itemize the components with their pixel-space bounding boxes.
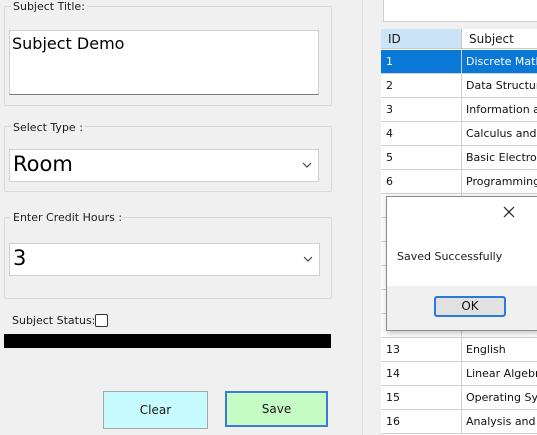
cell-subject[interactable]: Analysis and D — [462, 410, 537, 434]
table-row[interactable]: 2Data Structures — [381, 74, 537, 98]
table-row[interactable]: 15Operating Syste — [381, 386, 537, 410]
select-type-value: Room — [13, 152, 73, 176]
table-row[interactable]: 3Information and — [381, 98, 537, 122]
table-row[interactable]: 4Calculus and Ve — [381, 122, 537, 146]
credit-hours-label: Enter Credit Hours : — [11, 211, 125, 224]
cell-subject[interactable]: Discrete Mathematics — [462, 50, 537, 74]
credit-hours-value: 3 — [13, 246, 27, 270]
cell-id[interactable]: 15 — [381, 386, 462, 410]
cell-id[interactable]: 4 — [381, 122, 462, 146]
grid-header: ID Subject — [381, 29, 537, 50]
cell-id[interactable]: 1 — [381, 50, 462, 74]
select-type-dropdown[interactable]: Room — [9, 149, 319, 182]
table-row[interactable]: 14Linear Algebra — [381, 362, 537, 386]
column-header-id[interactable]: ID — [381, 29, 462, 49]
save-button[interactable]: Save — [225, 391, 328, 427]
cell-subject[interactable]: Basic Electroni — [462, 146, 537, 170]
search-box[interactable] — [383, 0, 537, 22]
subject-title-label: Subject Title: — [11, 0, 87, 13]
cell-id[interactable]: 6 — [381, 170, 462, 194]
subject-title-value: Subject Demo — [12, 34, 125, 53]
cell-id[interactable]: 2 — [381, 74, 462, 98]
status-bar — [4, 334, 331, 348]
dialog-message: Saved Successfully — [397, 250, 503, 263]
cell-id[interactable]: 13 — [381, 338, 462, 362]
subject-status-label: Subject Status: — [12, 314, 96, 327]
column-header-subject[interactable]: Subject — [462, 29, 537, 49]
table-row[interactable]: 5Basic Electroni — [381, 146, 537, 170]
chevron-down-icon — [302, 162, 312, 168]
subject-status-checkbox[interactable] — [95, 314, 108, 327]
cell-subject[interactable]: Operating Syste — [462, 386, 537, 410]
ok-button-label: OK — [461, 299, 479, 313]
cell-subject[interactable]: English — [462, 338, 537, 362]
cell-subject[interactable]: Programming F — [462, 170, 537, 194]
clear-button-label: Clear — [139, 403, 172, 417]
cell-id[interactable]: 14 — [381, 362, 462, 386]
cell-subject[interactable]: Calculus and Ve — [462, 122, 537, 146]
table-row[interactable]: 16Analysis and D — [381, 410, 537, 434]
credit-hours-dropdown[interactable]: 3 — [9, 243, 320, 276]
ok-button[interactable]: OK — [434, 296, 506, 317]
cell-id[interactable]: 3 — [381, 98, 462, 122]
clear-button[interactable]: Clear — [103, 391, 208, 429]
subject-title-input[interactable]: Subject Demo — [9, 30, 319, 95]
close-icon[interactable] — [503, 206, 515, 218]
cell-subject[interactable]: Linear Algebra — [462, 362, 537, 386]
select-type-label: Select Type : — [11, 121, 85, 134]
cell-id[interactable]: 16 — [381, 410, 462, 434]
table-row[interactable]: 6Programming F — [381, 170, 537, 194]
cell-subject[interactable]: Data Structures — [462, 74, 537, 98]
chevron-down-icon — [303, 256, 313, 262]
table-row[interactable]: 1Discrete Mathematics — [381, 50, 537, 74]
save-button-label: Save — [261, 402, 292, 416]
cell-id[interactable]: 5 — [381, 146, 462, 170]
message-dialog: Saved Successfully OK — [386, 196, 537, 331]
cell-subject[interactable]: Information and — [462, 98, 537, 122]
table-row[interactable]: 13 English — [381, 338, 537, 362]
